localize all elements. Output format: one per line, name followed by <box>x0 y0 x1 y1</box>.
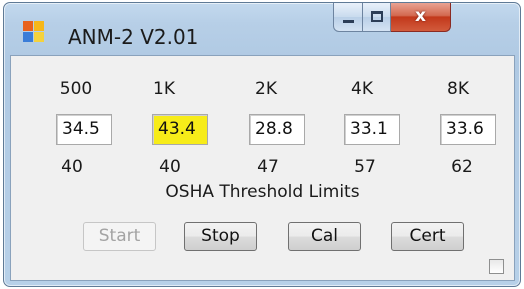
maximize-button[interactable] <box>363 3 391 32</box>
cert-button[interactable]: Cert <box>391 222 464 251</box>
value-field-8k[interactable]: 33.6 <box>440 114 496 145</box>
start-button[interactable]: Start <box>83 222 156 251</box>
caption-buttons: x <box>333 3 451 32</box>
frequency-label-8k: 8K <box>447 79 469 99</box>
title-bar[interactable]: ANM-2 V2.01 x <box>4 3 520 55</box>
frequency-label-1k: 1K <box>153 79 175 99</box>
limit-value-4k: 57 <box>354 157 376 177</box>
close-icon: x <box>415 6 426 26</box>
value-field-500[interactable]: 34.5 <box>56 114 112 145</box>
value-field-4k[interactable]: 33.1 <box>344 114 400 145</box>
client-area: 500 1K 2K 4K 8K 34.5 43.4 28.8 33.1 33.6… <box>10 55 515 281</box>
frequency-label-4k: 4K <box>351 79 373 99</box>
frequency-label-500: 500 <box>59 79 93 99</box>
minimize-button[interactable] <box>333 3 363 32</box>
value-field-1k[interactable]: 43.4 <box>152 114 208 145</box>
limit-value-1k: 40 <box>159 157 181 177</box>
osha-threshold-label: OSHA Threshold Limits <box>165 182 360 202</box>
maximize-icon <box>371 11 383 22</box>
close-button[interactable]: x <box>391 3 451 32</box>
app-window: ANM-2 V2.01 x 500 1K 2K 4K 8K 34.5 43.4 … <box>3 2 521 287</box>
frequency-label-2k: 2K <box>255 79 277 99</box>
window-title: ANM-2 V2.01 <box>68 25 199 49</box>
limit-value-2k: 47 <box>257 157 279 177</box>
minimize-icon <box>343 20 354 23</box>
cal-button[interactable]: Cal <box>288 222 361 251</box>
app-logo-icon <box>23 21 45 43</box>
option-checkbox[interactable] <box>489 259 504 274</box>
limit-value-8k: 62 <box>451 157 473 177</box>
limit-value-500: 40 <box>61 157 83 177</box>
stop-button[interactable]: Stop <box>184 222 257 251</box>
value-field-2k[interactable]: 28.8 <box>249 114 305 145</box>
